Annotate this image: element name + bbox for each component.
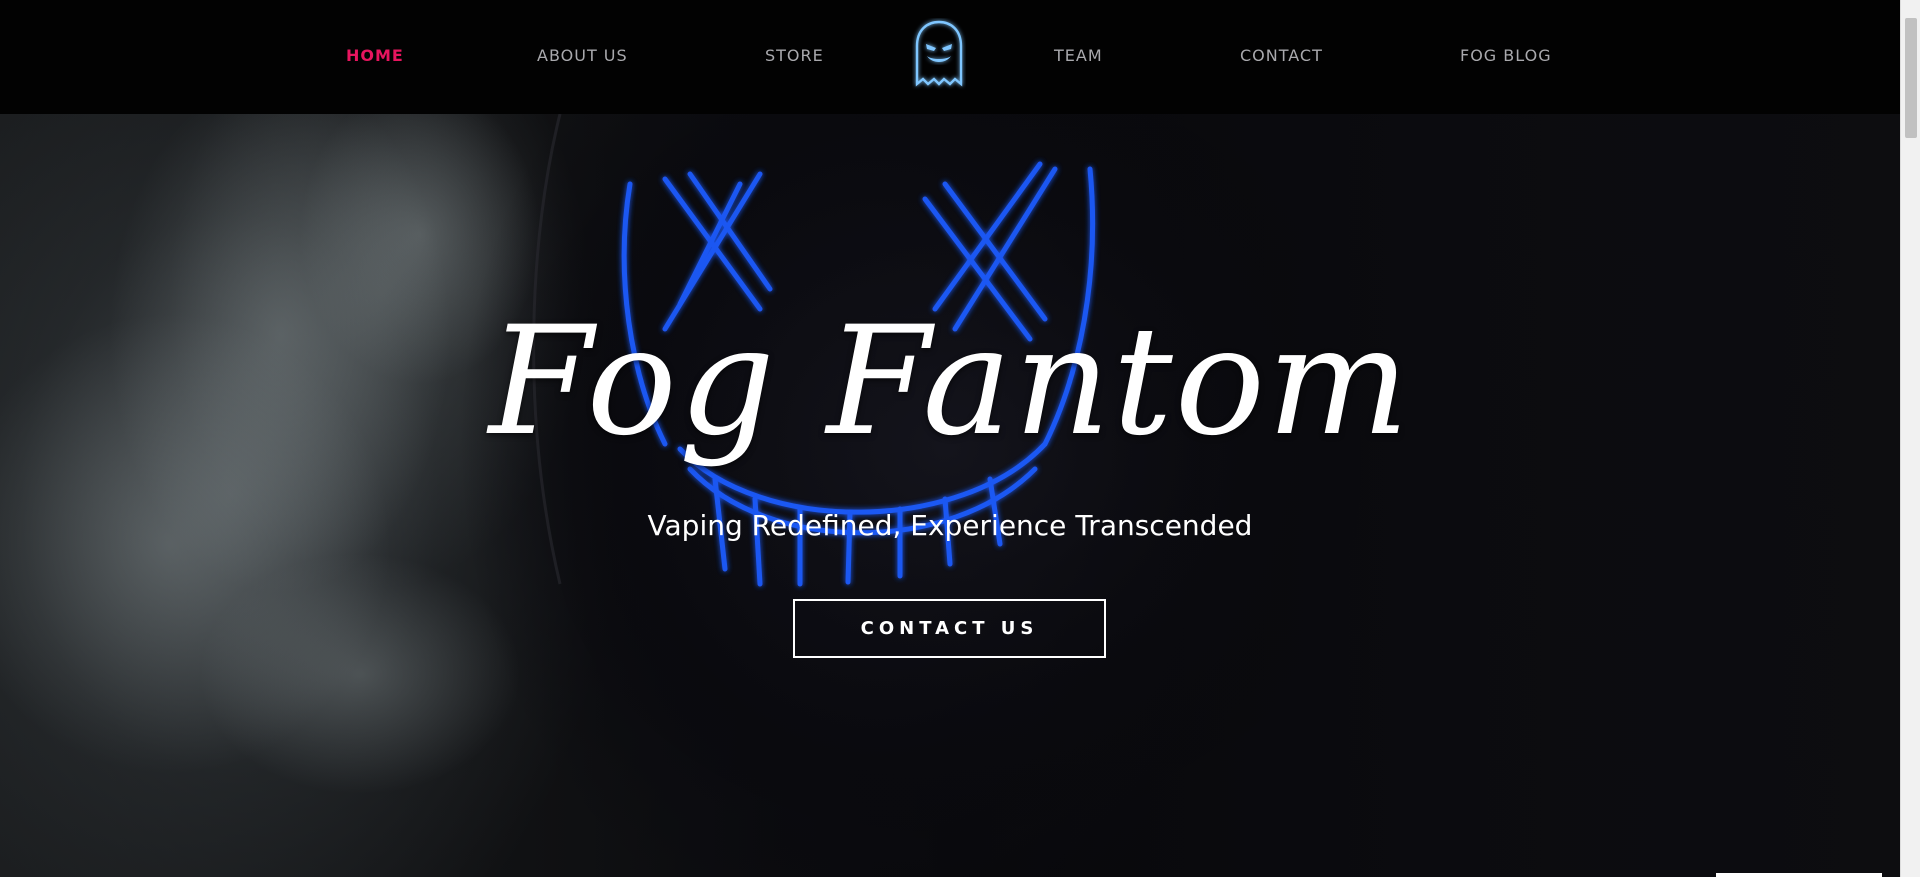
page-scrollbar[interactable] (1900, 0, 1920, 877)
nav-item-fog-blog[interactable]: FOG BLOG (1460, 46, 1552, 66)
hero-subtitle: Vaping Redefined, Experience Transcended (647, 509, 1253, 542)
nav-item-home[interactable]: HOME (346, 46, 404, 66)
hero-title: Fog Fantom (488, 295, 1412, 469)
nav-item-team[interactable]: TEAM (1054, 46, 1103, 66)
contact-us-button[interactable]: CONTACT US (793, 599, 1106, 658)
page: HOME ABOUT US STORE TEAM CONTACT FOG BLO… (0, 0, 1920, 877)
nav-item-contact[interactable]: CONTACT (1240, 46, 1323, 66)
nav-item-store[interactable]: STORE (765, 46, 824, 66)
site-header: HOME ABOUT US STORE TEAM CONTACT FOG BLO… (0, 0, 1900, 114)
scrollbar-thumb[interactable] (1905, 18, 1917, 138)
ghost-icon[interactable] (912, 18, 966, 92)
hero-section: Fog Fantom Vaping Redefined, Experience … (0, 114, 1900, 877)
bottom-corner-widget (1716, 873, 1882, 877)
hero-background-image (0, 114, 1361, 854)
nav-item-about-us[interactable]: ABOUT US (537, 46, 628, 66)
